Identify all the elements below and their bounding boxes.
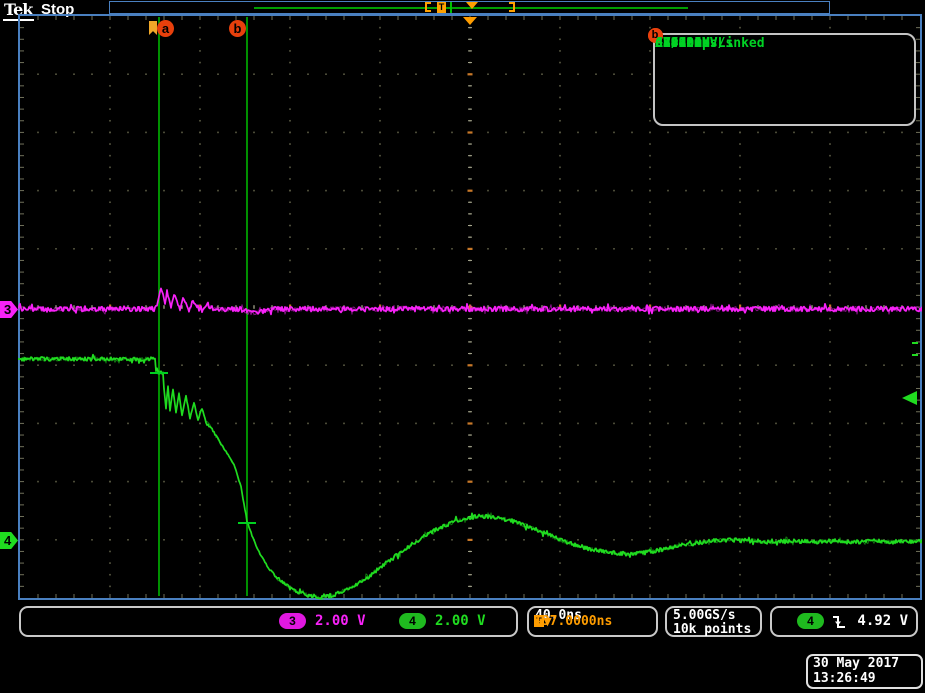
sample-rate: 5.00GS/s [673,608,736,623]
record-start-tick [912,342,918,344]
datetime-box: 30 May 2017 13:26:49 [806,654,923,689]
trigger-level: 4.92 V [857,613,908,629]
date-value: 30 May 2017 [813,656,899,671]
zoom-window-right-bracket [509,2,515,12]
trigger-box[interactable]: 4 4.92 V [770,606,918,637]
cursor-b-tick [238,522,256,524]
cursors-linked-label: Cursors Linked [655,35,765,52]
cursor-a-tick [150,372,168,374]
cursor-a-badge[interactable]: a [157,20,174,37]
ch4-scale: 2.00 V [435,613,486,629]
record-points: 10k points [673,622,751,637]
ch3-scale: 2.00 V [315,613,366,629]
acquisition-box[interactable]: 5.00GS/s 10k points [665,606,762,637]
ch4-position-marker[interactable]: 4 [0,532,18,549]
ch3-position-marker[interactable]: 3 [0,301,18,318]
trigger-position-icon [463,17,477,25]
time-value: 13:26:49 [813,671,876,686]
record-start-tick [912,354,918,356]
cursor-b-badge[interactable]: b [229,20,246,37]
ch4-badge[interactable]: 4 [399,613,426,629]
trigger-flag-icon: T [437,2,446,13]
oscilloscope-screen: Tek Stop T a b a −849.0ps 5.640 V 38.20n… [0,0,925,693]
trigger-source-badge[interactable]: 4 [797,613,824,629]
delay-value: 137.0000ns [534,614,612,629]
channel-scale-bar[interactable]: 3 2.00 V 4 2.00 V [19,606,518,637]
zoom-window-left-bracket [425,2,431,12]
expansion-point-tick [450,2,452,13]
record-overview-bar[interactable]: T [109,1,830,14]
horizontal-settings-box[interactable]: 40.0ns T →▼ 137.0000ns [527,606,658,637]
overview-trigger-position-icon [466,2,478,9]
cursor-readout-panel: a −849.0ps 5.640 V 38.20ns 520.0mV b Δ39… [653,33,916,126]
falling-edge-icon [832,614,847,631]
ch3-badge[interactable]: 3 [279,613,306,629]
trigger-level-arrow [902,391,917,405]
